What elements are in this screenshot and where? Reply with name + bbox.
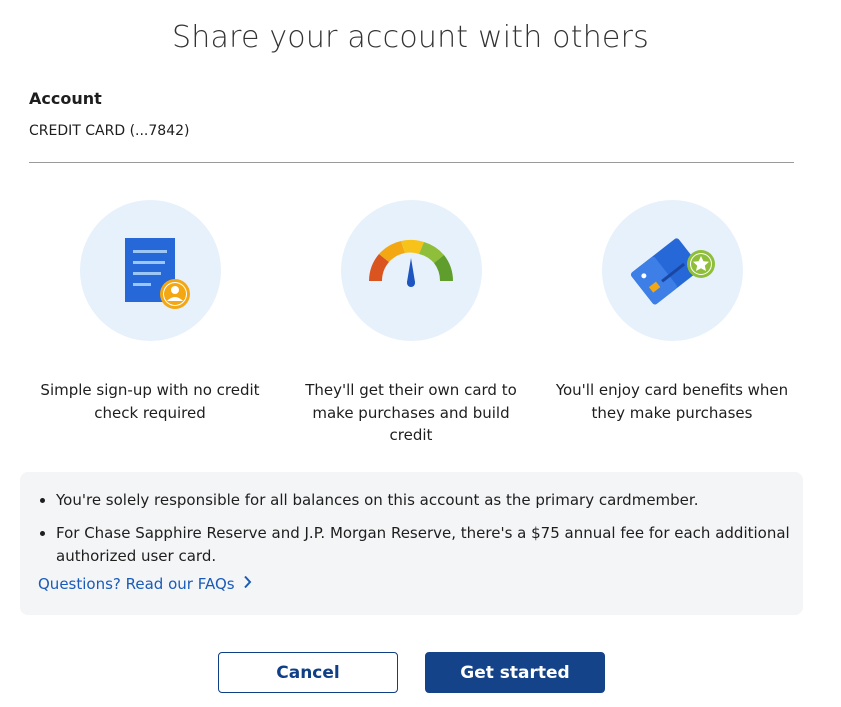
get-started-button[interactable]: Get started	[425, 652, 605, 693]
cancel-button[interactable]: Cancel	[218, 652, 398, 693]
info-panel: You're solely responsible for all balanc…	[20, 472, 803, 615]
feature-text-credit: They'll get their own card to make purch…	[305, 381, 517, 444]
page-title: Share your account with others	[172, 20, 649, 55]
feature-text-signup: Simple sign-up with no credit check requ…	[40, 381, 260, 422]
faq-link[interactable]: Questions? Read our FAQs	[38, 575, 252, 593]
account-label: Account	[29, 89, 102, 108]
feature-circle-credit	[341, 200, 482, 341]
account-value: CREDIT CARD (...7842)	[29, 123, 190, 139]
card-star-icon	[631, 238, 715, 305]
chevron-right-icon	[243, 575, 252, 593]
document-user-icon	[125, 238, 190, 309]
feature-circle-benefits	[602, 200, 743, 341]
info-bullet-balances: You're solely responsible for all balanc…	[40, 489, 796, 512]
feature-circle-signup	[80, 200, 221, 341]
divider	[29, 162, 794, 163]
credit-gauge-icon	[369, 239, 453, 287]
faq-link-label: Questions? Read our FAQs	[38, 575, 235, 593]
info-bullet-fee: For Chase Sapphire Reserve and J.P. Morg…	[40, 522, 796, 567]
feature-text-benefits: You'll enjoy card benefits when they mak…	[555, 381, 789, 422]
